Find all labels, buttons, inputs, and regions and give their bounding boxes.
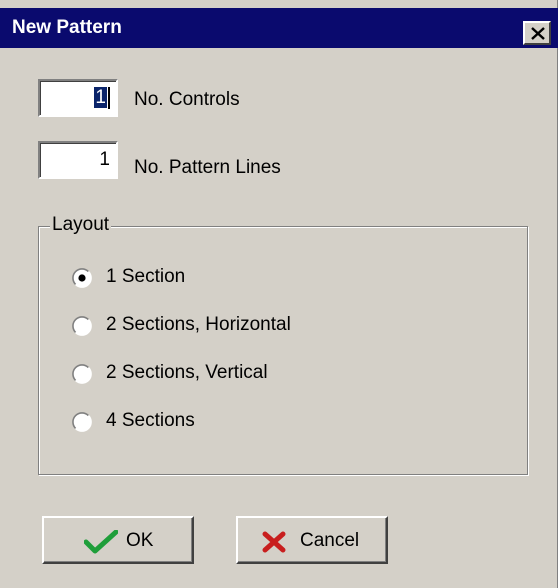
window-title: New Pattern [12,17,122,38]
cancel-label: Cancel [300,530,360,551]
radio-label: 2 Sections, Horizontal [106,314,291,335]
ok-button[interactable]: OK [42,516,194,564]
radio-icon[interactable] [72,316,92,336]
cancel-button[interactable]: Cancel [236,516,388,564]
radio-label: 4 Sections [106,410,195,431]
new-pattern-dialog: New Pattern 1 No. Controls 1 No. Pattern… [0,0,558,588]
x-icon [262,531,286,553]
radio-label: 2 Sections, Vertical [106,362,268,383]
layout-legend: Layout [50,214,112,236]
close-icon [531,27,545,40]
radio-selected-icon[interactable] [72,268,92,288]
ok-label: OK [126,530,154,551]
checkmark-icon [84,530,118,554]
pattern-lines-label: No. Pattern Lines [134,157,281,178]
controls-label: No. Controls [134,89,240,110]
pattern-lines-input[interactable]: 1 [38,141,118,179]
close-button[interactable] [523,21,551,45]
radio-icon[interactable] [72,412,92,432]
controls-input[interactable]: 1 [38,79,118,117]
radio-label: 1 Section [106,266,186,287]
title-bar[interactable]: New Pattern [0,8,558,48]
radio-icon[interactable] [72,364,92,384]
